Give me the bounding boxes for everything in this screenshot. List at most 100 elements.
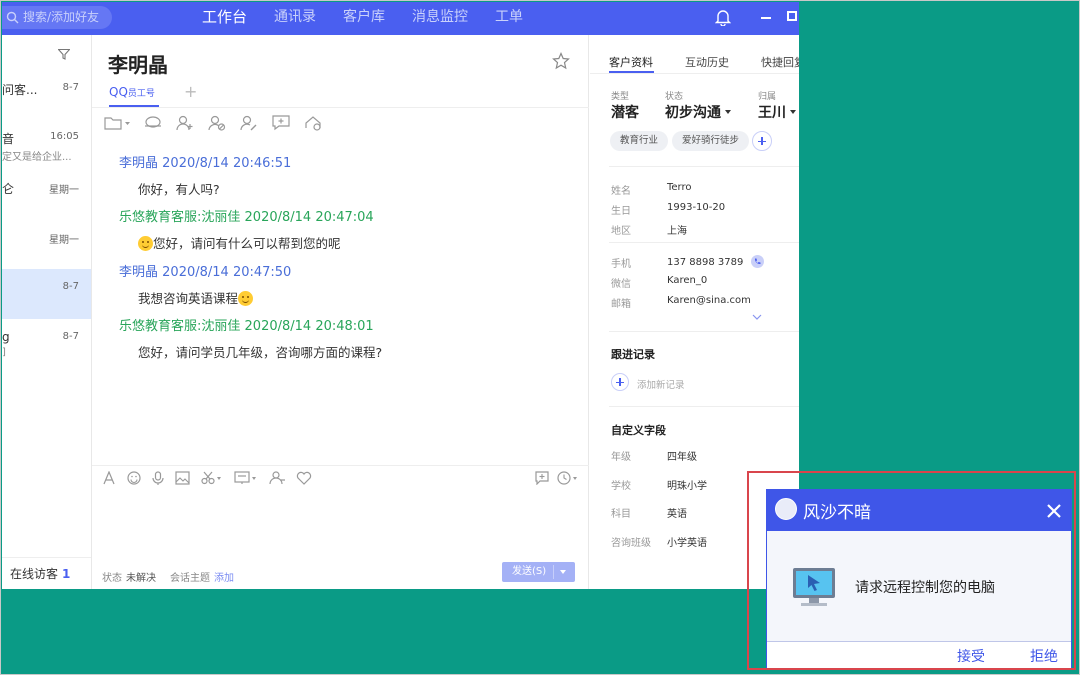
online-label: 在线访客: [10, 567, 59, 581]
state-label: 状态: [665, 92, 684, 102]
owner-value: 王川: [758, 105, 786, 121]
phone-number: 137 8898 3789: [667, 257, 744, 268]
transfer-user-icon[interactable]: [269, 471, 285, 485]
monitor-icon: [793, 568, 835, 606]
microphone-icon[interactable]: [152, 471, 164, 485]
conversation-item[interactable]: 星期一: [2, 219, 91, 268]
search-placeholder: 搜索/添加好友: [23, 10, 100, 24]
conversation-list: 问客... 8-7 音 16:05 定又是给企业... 仑 星期一 星期一 8-…: [2, 35, 92, 589]
favorite-icon[interactable]: [296, 471, 312, 485]
tab-quick-reply[interactable]: 快捷回复: [761, 54, 799, 70]
custom-label: 年级: [611, 452, 631, 463]
filter-icon[interactable]: [58, 49, 70, 60]
online-visitors[interactable]: 在线访客 1: [2, 557, 91, 589]
info-label: 地区: [611, 226, 631, 237]
send-button[interactable]: 发送(S): [502, 562, 575, 582]
quick-reply-icon[interactable]: [272, 115, 290, 131]
info-value: Karen_0: [667, 275, 708, 286]
chevron-down-icon[interactable]: [752, 314, 762, 320]
maximize-button[interactable]: [787, 11, 797, 21]
font-icon[interactable]: [102, 471, 116, 485]
conversation-item[interactable]: 音 16:05 定又是给企业...: [2, 121, 91, 170]
history-clock-icon[interactable]: [557, 471, 579, 485]
minimize-button[interactable]: [761, 17, 771, 19]
conversation-preview: ]: [2, 347, 6, 358]
owner-label: 归属: [758, 92, 777, 102]
image-icon[interactable]: [175, 471, 190, 485]
cloud-user-icon[interactable]: [304, 115, 322, 131]
conversation-item-active[interactable]: 8-7: [2, 269, 91, 319]
divider: [92, 107, 589, 108]
popup-message: 请求远程控制您的电脑: [855, 580, 995, 596]
custom-value: 英语: [667, 509, 687, 520]
thinking-emoji: [238, 291, 254, 306]
state-select[interactable]: 初步沟通: [665, 102, 731, 122]
tag[interactable]: 教育行业: [610, 131, 669, 151]
online-count: 1: [62, 567, 71, 581]
topic-add-link[interactable]: 添加: [214, 573, 234, 584]
close-icon[interactable]: [1047, 504, 1061, 518]
block-user-icon[interactable]: [208, 115, 226, 131]
search-input[interactable]: 搜索/添加好友: [2, 6, 112, 29]
phone-call-icon[interactable]: [750, 255, 764, 268]
info-label: 手机: [611, 259, 631, 270]
add-tab-button[interactable]: +: [184, 82, 197, 101]
message-sender: 李明晶: [119, 156, 159, 171]
emoji-icon[interactable]: [127, 471, 141, 485]
nav-customers[interactable]: 客户库: [343, 2, 385, 35]
add-record-icon[interactable]: [611, 373, 629, 391]
smile-emoji: [138, 236, 153, 251]
custom-label: 学校: [611, 481, 631, 492]
follow-section-title: 跟进记录: [611, 348, 655, 361]
conversation-item[interactable]: 仑 星期一: [2, 170, 91, 219]
owner-select[interactable]: 王川: [758, 102, 796, 122]
custom-section-title: 自定义字段: [611, 424, 666, 437]
divider: [609, 242, 799, 243]
add-record-link[interactable]: 添加新记录: [637, 377, 685, 391]
tab-qq-label: QQ: [109, 85, 128, 99]
tab-customer-profile[interactable]: 客户资料: [609, 54, 653, 70]
conversation-item[interactable]: g 8-7 ]: [2, 320, 91, 369]
remote-control-popup: 风沙不暗 请求远程控制您的电脑 接受 拒绝: [766, 489, 1072, 668]
screenshot-icon[interactable]: [201, 471, 223, 485]
add-user-icon[interactable]: [176, 115, 194, 131]
template-icon[interactable]: [234, 471, 258, 485]
nav-workbench[interactable]: 工作台: [202, 2, 247, 35]
message-text: 我想咨询英语课程: [138, 291, 239, 306]
tag[interactable]: 爱好骑行徒步: [672, 131, 750, 151]
nav-monitor[interactable]: 消息监控: [412, 2, 468, 35]
message-time: 2020/8/14 20:48:01: [244, 319, 374, 334]
info-label: 生日: [611, 206, 631, 217]
avatar: [775, 498, 797, 520]
nav-contacts[interactable]: 通讯录: [274, 2, 316, 35]
message-text: 您好，请问有什么可以帮到您的呢: [153, 236, 341, 251]
edit-user-icon[interactable]: [240, 115, 258, 131]
conversation-time: 星期一: [49, 185, 79, 196]
search-icon: [6, 11, 19, 24]
nav-tickets[interactable]: 工单: [495, 2, 523, 35]
divider: [92, 465, 589, 466]
star-icon[interactable]: [552, 52, 570, 70]
message-header: 乐悠教育客服:沈丽佳 2020/8/14 20:48:01: [119, 315, 382, 334]
divider: [609, 331, 799, 332]
custom-label: 咨询班级: [611, 538, 651, 549]
info-label: 邮箱: [611, 299, 631, 310]
reject-button[interactable]: 拒绝: [1030, 646, 1058, 666]
chevron-down-icon[interactable]: [560, 570, 566, 574]
conversation-item[interactable]: 问客... 8-7: [2, 72, 91, 121]
message-time: 2020/8/14 20:47:50: [162, 265, 292, 280]
folder-icon[interactable]: [104, 115, 130, 131]
tab-qq[interactable]: QQ员工号: [109, 85, 155, 99]
info-value: 1993-10-20: [667, 202, 726, 213]
divider: [590, 73, 799, 74]
divider: [609, 166, 799, 167]
bell-icon[interactable]: [715, 8, 731, 26]
message-header: 李明晶 2020/8/14 20:46:51: [119, 152, 291, 171]
message-add-icon[interactable]: [535, 471, 549, 485]
status-value[interactable]: 未解决: [126, 573, 156, 584]
add-tag-button[interactable]: [752, 131, 772, 151]
transfer-icon[interactable]: [144, 115, 162, 131]
accept-button[interactable]: 接受: [957, 646, 985, 666]
conversation-preview: 定又是给企业...: [2, 152, 72, 163]
tab-interaction-history[interactable]: 互动历史: [685, 54, 729, 70]
